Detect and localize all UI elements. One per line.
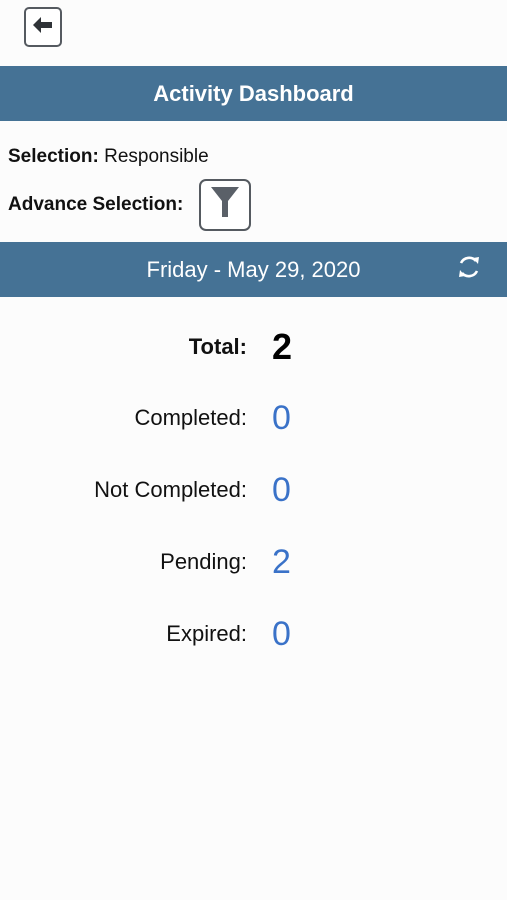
arrow-left-icon [33,16,53,38]
stat-expired-label: Expired: [166,621,247,646]
refresh-icon [456,254,482,286]
stat-expired-value[interactable]: 0 [272,612,291,656]
stat-pending-value[interactable]: 2 [272,540,291,584]
stat-total-value: 2 [272,326,293,367]
title-bar: Activity Dashboard [0,66,507,121]
stat-pending[interactable]: Pending: 2 [0,540,507,584]
stat-expired[interactable]: Expired: 0 [0,612,507,656]
refresh-button[interactable] [455,256,483,284]
stat-not-completed-value[interactable]: 0 [272,468,291,512]
stat-completed[interactable]: Completed: 0 [0,396,507,440]
stat-completed-label: Completed: [134,405,247,430]
stat-total-label: Total: [188,334,247,359]
stat-total: Total: 2 [0,325,507,369]
selection-value[interactable]: Responsible [104,146,209,167]
stat-not-completed[interactable]: Not Completed: 0 [0,468,507,512]
advance-selection-label: Advance Selection: [8,194,184,215]
filter-icon [210,185,240,225]
back-button[interactable] [24,7,62,47]
selection-row: Selection: Responsible [8,145,209,169]
page-title: Activity Dashboard [153,80,354,106]
date-label: Friday - May 29, 2020 [146,257,361,282]
stat-pending-label: Pending: [160,549,247,574]
date-bar: Friday - May 29, 2020 [0,242,507,297]
selection-label: Selection: [8,146,99,167]
stat-completed-value[interactable]: 0 [272,396,291,440]
stat-not-completed-label: Not Completed: [94,477,247,502]
filter-button[interactable] [199,179,252,231]
advance-selection-row: Advance Selection: [8,178,252,232]
